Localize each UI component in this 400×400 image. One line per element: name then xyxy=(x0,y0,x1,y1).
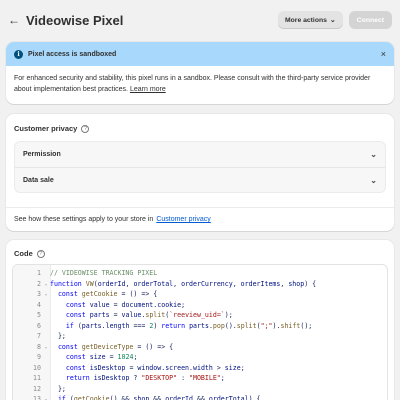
line-number: 7 xyxy=(37,332,41,341)
privacy-accordion: Permission ⌄ Data sale ⌄ xyxy=(14,141,386,193)
question-circle-icon[interactable]: ? xyxy=(36,249,45,258)
chevron-down-icon: ⌄ xyxy=(370,150,377,159)
line-number: 12 xyxy=(33,384,41,393)
chevron-down-icon: ⌄ xyxy=(329,17,336,24)
connect-label: Connect xyxy=(356,16,384,24)
line-number: 11 xyxy=(33,374,41,383)
customer-privacy-title: Customer privacy xyxy=(14,124,78,133)
learn-more-link[interactable]: Learn more xyxy=(130,86,166,93)
customer-privacy-link[interactable]: Customer privacy xyxy=(156,216,210,223)
question-circle-icon[interactable]: ? xyxy=(81,124,90,133)
code-line: 10 const isDesktop = window.screen.width… xyxy=(13,363,387,374)
code-editor[interactable]: 1 // VIDEOWISE TRACKING PIXEL 2 ⌄ function V… xyxy=(12,264,388,400)
code-text: function VW(orderId, orderTotal, orderCu… xyxy=(50,279,317,288)
code-text: if (getCookie() && shop && orderId && or… xyxy=(57,395,261,400)
code-line: 5 const parts = value.split(`reeview_uid… xyxy=(13,310,387,321)
line-number: 8 xyxy=(37,342,41,351)
code-line: 2 ⌄ function VW(orderId, orderTotal, order… xyxy=(13,279,387,290)
code-text: const value = document.cookie; xyxy=(65,300,186,309)
code-line: 1 // VIDEOWISE TRACKING PIXEL xyxy=(13,268,387,279)
code-text: return isDesktop ? "DESKTOP" : "MOBILE"; xyxy=(65,374,225,383)
code-text: }; xyxy=(50,384,66,393)
banner-title: Pixel access is sandboxed xyxy=(28,50,117,58)
section-header: Code ? xyxy=(6,240,394,258)
line-number: 1 xyxy=(37,269,41,278)
line-number: 9 xyxy=(37,353,41,362)
line-number: 10 xyxy=(33,363,41,372)
code-text: // VIDEOWISE TRACKING PIXEL xyxy=(50,269,158,278)
header-actions: More actions ⌄ Connect xyxy=(277,11,392,29)
code-text: const isDesktop = window.screen.width > … xyxy=(65,363,245,372)
close-icon[interactable]: × xyxy=(381,49,386,59)
banner-body: For enhanced security and stability, thi… xyxy=(6,66,394,102)
accordion-item-data-sale[interactable]: Data sale ⌄ xyxy=(15,167,385,192)
code-line: 8 ⌄ const getDeviceType = () => { xyxy=(13,342,387,353)
code-line: 7 }; xyxy=(13,331,387,342)
code-line: 13 ⌄ if (getCookie() && shop && orderId &… xyxy=(13,394,387,400)
code-line: 3 ⌄ const getCookie = () => { xyxy=(13,289,387,300)
accordion-label: Permission xyxy=(23,151,61,158)
code-line: 4 const value = document.cookie; xyxy=(13,300,387,311)
code-line: 6 if (parts.length === 2) return parts.p… xyxy=(13,321,387,332)
banner-text: For enhanced security and stability, thi… xyxy=(14,75,371,93)
more-actions-label: More actions xyxy=(284,16,327,24)
line-number: 5 xyxy=(37,311,41,320)
code-line: 12 }; xyxy=(13,384,387,395)
code-text: }; xyxy=(50,332,66,341)
sandbox-banner: i Pixel access is sandboxed × For enhanc… xyxy=(6,42,394,104)
code-lines: 1 // VIDEOWISE TRACKING PIXEL 2 ⌄ function V… xyxy=(13,265,387,400)
line-number: 13 xyxy=(33,395,41,400)
line-number: 4 xyxy=(37,300,41,309)
line-number: 6 xyxy=(37,321,41,330)
code-title: Code xyxy=(14,249,33,258)
code-card: Code ? 1 // VIDEOWISE TRACKING PIXEL 2 ⌄ fun… xyxy=(6,240,394,400)
privacy-footer-text: See how these settings apply to your sto… xyxy=(14,216,154,223)
line-number: 3 xyxy=(37,290,41,299)
code-text: const size = 1024; xyxy=(65,353,138,362)
info-icon: i xyxy=(14,49,23,59)
page-header: ← Videowise Pixel More actions ⌄ Connect xyxy=(0,0,400,40)
code-text: const getCookie = () => { xyxy=(57,290,158,299)
chevron-down-icon: ⌄ xyxy=(370,175,377,185)
accordion-label: Data sale xyxy=(23,176,54,184)
connect-button[interactable]: Connect xyxy=(348,11,392,29)
more-actions-button[interactable]: More actions ⌄ xyxy=(277,11,343,29)
code-text: const parts = value.split(`reeview_uid=`… xyxy=(65,311,233,320)
banner-header: i Pixel access is sandboxed × xyxy=(6,42,394,66)
section-header: Customer privacy ? xyxy=(6,114,394,133)
code-text: if (parts.length === 2) return parts.pop… xyxy=(65,321,313,330)
code-text: const getDeviceType = () => { xyxy=(57,342,174,351)
code-line: 11 return isDesktop ? "DESKTOP" : "MOBIL… xyxy=(13,373,387,384)
code-line: 9 const size = 1024; xyxy=(13,352,387,363)
arrow-left-icon[interactable]: ← xyxy=(8,13,20,27)
line-number: 2 xyxy=(37,279,41,288)
accordion-item-permission[interactable]: Permission ⌄ xyxy=(15,142,385,167)
customer-privacy-card: Customer privacy ? Permission ⌄ Data sal… xyxy=(6,114,394,231)
privacy-footer: See how these settings apply to your sto… xyxy=(6,207,394,231)
page-title: Videowise Pixel xyxy=(26,12,124,28)
